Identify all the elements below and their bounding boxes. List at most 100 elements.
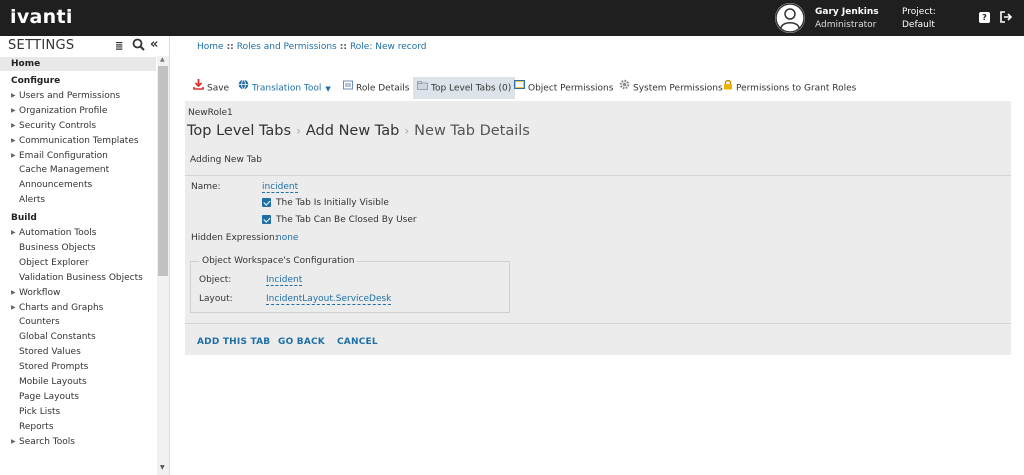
sidebar-item-object-explorer[interactable]: Object Explorer	[0, 256, 156, 271]
expand-caret-icon[interactable]: ▶	[11, 119, 16, 134]
sidebar-item-label: Business Objects	[19, 243, 96, 254]
sidebar-item-alerts[interactable]: Alerts	[0, 193, 156, 208]
can-be-closed-checkbox-row[interactable]: The Tab Can Be Closed By User	[262, 214, 417, 226]
role-details-label: Role Details	[356, 83, 410, 94]
sidebar-item-label: Automation Tools	[19, 228, 97, 239]
heading-add-new-tab[interactable]: Add New Tab	[306, 123, 399, 139]
sidebar-item-communication-templates[interactable]: ▶ Communication Templates	[0, 134, 156, 149]
sidebar-item-label: Workflow	[19, 287, 61, 298]
sidebar-item-business-objects[interactable]: Business Objects	[0, 241, 156, 256]
user-avatar-icon[interactable]	[775, 3, 805, 33]
object-field[interactable]: Incident	[266, 275, 303, 286]
expand-caret-icon[interactable]: ▶	[11, 104, 16, 119]
sidebar-item-label: Mobile Layouts	[19, 377, 87, 388]
sidebar-item-reports[interactable]: Reports	[0, 420, 156, 435]
object-icon	[514, 77, 525, 99]
save-button[interactable]: Save	[193, 77, 229, 99]
ivanti-logo[interactable]: ivanti	[10, 6, 73, 28]
name-label: Name:	[191, 182, 221, 192]
top-level-tabs-label: Top Level Tabs (0)	[431, 83, 512, 94]
sidebar-item-cache-management[interactable]: Cache Management	[0, 163, 156, 178]
tree-view-icon[interactable]: ≣	[115, 41, 123, 52]
breadcrumb-roles[interactable]: Roles and Permissions	[237, 42, 337, 52]
user-info[interactable]: Gary Jenkins Administrator	[815, 6, 879, 32]
project-label: Project:	[902, 7, 936, 17]
breadcrumb: Home:: Roles and Permissions:: Role: New r…	[197, 42, 426, 52]
sidebar-item-label: Charts and Graphs	[19, 302, 104, 313]
role-name: NewRole1	[188, 108, 233, 118]
sidebar-item-security-controls[interactable]: ▶ Security Controls	[0, 119, 156, 134]
sidebar-item-label: Stored Prompts	[19, 362, 89, 373]
sidebar-section-configure[interactable]: Configure	[0, 73, 156, 89]
layout-field[interactable]: IncidentLayout.ServiceDesk	[266, 294, 392, 305]
settings-sidebar: SETTINGS ≣ « Home Configure ▶ Users and Pe…	[0, 36, 170, 475]
details-icon	[343, 77, 353, 99]
add-this-tab-button[interactable]: ADD THIS TAB	[197, 337, 270, 347]
sidebar-item-email-configuration[interactable]: ▶ Email Configuration	[0, 149, 156, 164]
search-icon[interactable]	[132, 38, 145, 51]
sidebar-item-stored-prompts[interactable]: Stored Prompts	[0, 360, 156, 375]
sidebar-item-automation-tools[interactable]: ▶ Automation Tools	[0, 226, 156, 241]
expand-caret-icon[interactable]: ▶	[11, 301, 16, 316]
heading-top-level-tabs[interactable]: Top Level Tabs	[187, 123, 291, 139]
translation-tool-dropdown[interactable]: Translation Tool ▼	[238, 77, 331, 99]
expand-caret-icon[interactable]: ▶	[11, 89, 16, 104]
sidebar-item-label: Reports	[19, 421, 54, 432]
initially-visible-label: The Tab Is Initially Visible	[276, 198, 389, 208]
sidebar-item-label: Cache Management	[19, 165, 110, 176]
sidebar-item-charts-and-graphs[interactable]: ▶ Charts and Graphs	[0, 301, 156, 316]
sidebar-item-page-layouts[interactable]: Page Layouts	[0, 390, 156, 405]
sidebar-item-label: Pick Lists	[19, 406, 61, 417]
sidebar-item-validation-business-objects[interactable]: Validation Business Objects	[0, 271, 156, 286]
sidebar-section-build[interactable]: Build	[0, 210, 156, 226]
expand-caret-icon[interactable]: ▶	[11, 134, 16, 149]
sidebar-item-counters[interactable]: Counters	[0, 315, 156, 330]
scrollbar-thumb[interactable]	[158, 66, 168, 276]
collapse-sidebar-icon[interactable]: «	[150, 37, 158, 52]
grant-roles-label: Permissions to Grant Roles	[736, 83, 857, 94]
divider	[185, 175, 1011, 176]
expand-caret-icon[interactable]: ▶	[11, 435, 16, 450]
tab-permissions-grant-roles[interactable]: Permissions to Grant Roles	[723, 77, 856, 99]
initially-visible-checkbox-row[interactable]: The Tab Is Initially Visible	[262, 197, 389, 209]
sidebar-scrollbar[interactable]: ▲ ▼	[157, 56, 169, 475]
project-selector[interactable]: Project: Default	[902, 6, 936, 32]
sidebar-item-label: Validation Business Objects	[19, 272, 143, 283]
hidden-expression-field[interactable]: none	[276, 233, 298, 243]
tab-system-permissions[interactable]: System Permissions	[619, 77, 723, 99]
workspace-legend: Object Workspace's Configuration	[199, 256, 358, 266]
sidebar-item-stored-values[interactable]: Stored Values	[0, 345, 156, 360]
scroll-up-icon[interactable]: ▲	[160, 56, 165, 63]
breadcrumb-current[interactable]: Role: New record	[350, 42, 427, 52]
expand-caret-icon[interactable]: ▶	[11, 226, 16, 241]
sidebar-item-home[interactable]: Home	[0, 57, 156, 71]
hidden-expression-label: Hidden Expression:	[191, 233, 278, 243]
logout-icon[interactable]	[999, 10, 1013, 24]
sidebar-item-label: Counters	[19, 317, 60, 328]
tab-object-permissions[interactable]: Object Permissions	[514, 77, 613, 99]
scroll-down-icon[interactable]: ▼	[160, 464, 165, 471]
sidebar-item-mobile-layouts[interactable]: Mobile Layouts	[0, 375, 156, 390]
sidebar-item-label: Alerts	[19, 195, 46, 206]
expand-caret-icon[interactable]: ▶	[11, 149, 16, 164]
sidebar-item-pick-lists[interactable]: Pick Lists	[0, 405, 156, 420]
tab-top-level-tabs[interactable]: Top Level Tabs (0)	[413, 77, 516, 99]
initially-visible-checkbox[interactable]	[262, 198, 271, 207]
breadcrumb-home[interactable]: Home	[197, 42, 224, 52]
cancel-button[interactable]: CANCEL	[337, 337, 378, 347]
sidebar-item-global-constants[interactable]: Global Constants	[0, 330, 156, 345]
go-back-button[interactable]: GO BACK	[278, 337, 325, 347]
name-field[interactable]: incident	[262, 182, 299, 193]
save-label: Save	[207, 83, 230, 94]
sidebar-item-organization-profile[interactable]: ▶ Organization Profile	[0, 104, 156, 119]
sidebar-title: SETTINGS	[8, 38, 75, 53]
sidebar-item-workflow[interactable]: ▶ Workflow	[0, 286, 156, 301]
sidebar-item-search-tools[interactable]: ▶ Search Tools	[0, 435, 156, 450]
can-be-closed-checkbox[interactable]	[262, 215, 271, 224]
tab-role-details[interactable]: Role Details	[343, 77, 409, 99]
expand-caret-icon[interactable]: ▶	[11, 286, 16, 301]
chevron-down-icon: ▼	[325, 84, 331, 93]
sidebar-item-announcements[interactable]: Announcements	[0, 178, 156, 193]
help-icon[interactable]: ?	[979, 12, 990, 23]
sidebar-item-users-and-permissions[interactable]: ▶ Users and Permissions	[0, 89, 156, 104]
